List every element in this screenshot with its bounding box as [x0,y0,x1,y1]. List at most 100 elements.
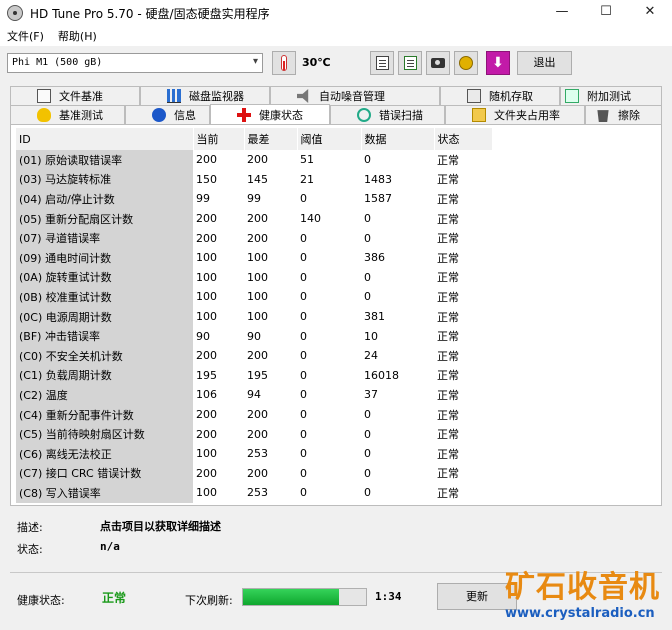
table-row[interactable]: (C7) 接口 CRC 错误计数 200 200 0 0 正常 [16,463,492,484]
current-value-cell: 200 [196,427,217,441]
table-row[interactable]: (C5) 当前待映射扇区计数 200 200 0 0 正常 [16,424,492,444]
worst-value-cell: 100 [247,270,268,284]
extra-tests-icon [565,89,579,103]
table-row[interactable]: (01) 原始读取错误率 200 200 51 0 正常 [16,150,492,170]
menu-bar: 文件(F) 帮助(H) [0,26,672,46]
attribute-name-cell: (C8) 写入错误率 [16,483,193,503]
table-row[interactable]: (C6) 离线无法校正 100 253 0 0 正常 [16,443,492,464]
temperature-button[interactable] [272,51,296,75]
threshold-value-cell: 0 [300,192,307,206]
header-status[interactable]: 状态 [434,128,493,150]
header-data[interactable]: 数据 [361,128,435,150]
info-icon [152,108,166,122]
speaker-icon [297,89,309,103]
copy-text-button[interactable] [370,51,394,75]
worst-value-cell: 200 [247,427,268,441]
table-row[interactable]: (07) 寻道错误率 200 200 0 0 正常 [16,228,492,248]
copy-text-icon [375,56,389,70]
header-id[interactable]: ID [16,128,194,150]
threshold-value-cell: 0 [300,270,307,284]
header-worst[interactable]: 最差 [244,128,298,150]
header-current[interactable]: 当前 [193,128,245,150]
document-icon [37,89,51,103]
table-row[interactable]: (09) 通电时间计数 100 100 0 386 正常 [16,247,492,268]
tab-random-access[interactable]: 随机存取 [440,86,560,105]
tab-error-scan[interactable]: 错误扫描 [330,105,445,124]
chevron-down-icon: ▾ [252,56,258,67]
table-row[interactable]: (0C) 电源周期计数 100 100 0 381 正常 [16,306,492,327]
table-row[interactable]: (03) 马达旋转标准 150 145 21 1483 正常 [16,169,492,190]
threshold-value-cell: 0 [300,231,307,245]
tab-info[interactable]: 信息 [125,105,210,124]
attribute-name-cell: (C0) 不安全关机计数 [16,345,193,366]
raw-data-cell: 0 [364,486,371,500]
threshold-value-cell: 0 [300,486,307,500]
menu-help[interactable]: 帮助(H) [51,28,104,44]
tab-erase[interactable]: 擦除 [585,105,662,124]
trash-icon [597,110,609,122]
save-button[interactable]: ⬇ [486,51,510,75]
screenshot-button[interactable] [426,51,450,75]
table-row[interactable]: (05) 重新分配扇区计数 200 200 140 0 正常 [16,208,492,229]
tab-health[interactable]: 健康状态 [210,104,330,124]
table-row[interactable]: (C2) 温度 106 94 0 37 正常 [16,385,492,405]
worst-value-cell: 195 [247,368,268,382]
worst-value-cell: 200 [247,466,268,480]
drive-select[interactable]: Phi M1 (500 gB) ▾ [7,53,263,73]
raw-data-cell: 0 [364,466,371,480]
tab-folder-usage[interactable]: 文件夹占用率 [445,105,585,124]
threshold-value-cell: 0 [300,466,307,480]
threshold-value-cell: 0 [300,427,307,441]
tab-disk-monitor[interactable]: 磁盘监视器 [140,86,270,105]
attribute-status-cell: 正常 [437,486,459,500]
raw-data-cell: 0 [364,231,371,245]
window-title: HD Tune Pro 5.70 - 硬盘/固态硬盘实用程序 [30,6,270,21]
attribute-name-cell: (0C) 电源周期计数 [16,306,193,327]
attribute-name-cell: (07) 寻道错误率 [16,228,193,248]
current-value-cell: 200 [196,408,217,422]
table-row[interactable]: (0A) 旋转重试计数 100 100 0 0 正常 [16,267,492,288]
attribute-name-cell: (0A) 旋转重试计数 [16,267,193,288]
worst-value-cell: 94 [247,388,261,402]
table-row[interactable]: (C4) 重新分配事件计数 200 200 0 0 正常 [16,404,492,425]
raw-data-cell: 16018 [364,368,399,382]
table-row[interactable]: (C1) 负载周期计数 195 195 0 16018 正常 [16,365,492,386]
refresh-progress-fill [243,589,339,605]
table-row[interactable]: (04) 启动/停止计数 99 99 0 1587 正常 [16,189,492,209]
tab-benchmark[interactable]: 基准测试 [10,105,125,124]
threshold-value-cell: 0 [300,349,307,363]
tab-label: 磁盘监视器 [189,90,244,103]
attribute-status-cell: 正常 [437,271,459,285]
raw-data-cell: 37 [364,388,378,402]
current-value-cell: 200 [196,466,217,480]
minimize-button[interactable]: — [540,0,584,26]
tab-aam[interactable]: 自动噪音管理 [270,86,440,105]
copy-report-button[interactable] [398,51,422,75]
worst-value-cell: 100 [247,310,268,324]
smart-table-body: (01) 原始读取错误率 200 200 51 0 正常 (03) 马达旋转标准 150 145… [16,150,492,503]
attribute-name-cell: (C5) 当前待映射扇区计数 [16,424,193,444]
table-row[interactable]: (0B) 校准重试计数 100 100 0 0 正常 [16,287,492,307]
attribute-status-cell: 正常 [437,388,459,402]
current-value-cell: 200 [196,231,217,245]
exit-button[interactable]: 退出 [517,51,572,75]
header-threshold[interactable]: 阈值 [297,128,362,150]
attribute-status-cell: 正常 [437,447,459,461]
worst-value-cell: 145 [247,172,268,186]
current-value-cell: 100 [196,447,217,461]
attribute-name-cell: (03) 马达旋转标准 [16,169,193,190]
tab-extra-tests[interactable]: 附加测试 [560,86,662,105]
attribute-name-cell: (C1) 负载周期计数 [16,365,193,386]
current-value-cell: 200 [196,153,217,167]
options-button[interactable] [454,51,478,75]
table-row[interactable]: (C0) 不安全关机计数 200 200 0 24 正常 [16,345,492,366]
menu-file[interactable]: 文件(F) [0,28,51,44]
attribute-status-cell: 正常 [437,428,459,442]
close-button[interactable]: ✕ [628,0,672,26]
maximize-button[interactable]: ☐ [584,0,628,26]
table-row[interactable]: (C8) 写入错误率 100 253 0 0 正常 [16,483,492,503]
table-row[interactable]: (BF) 冲击错误率 90 90 0 10 正常 [16,326,492,346]
tab-file-benchmark[interactable]: 文件基准 [10,86,140,105]
raw-data-cell: 0 [364,447,371,461]
thermometer-icon [281,55,287,71]
